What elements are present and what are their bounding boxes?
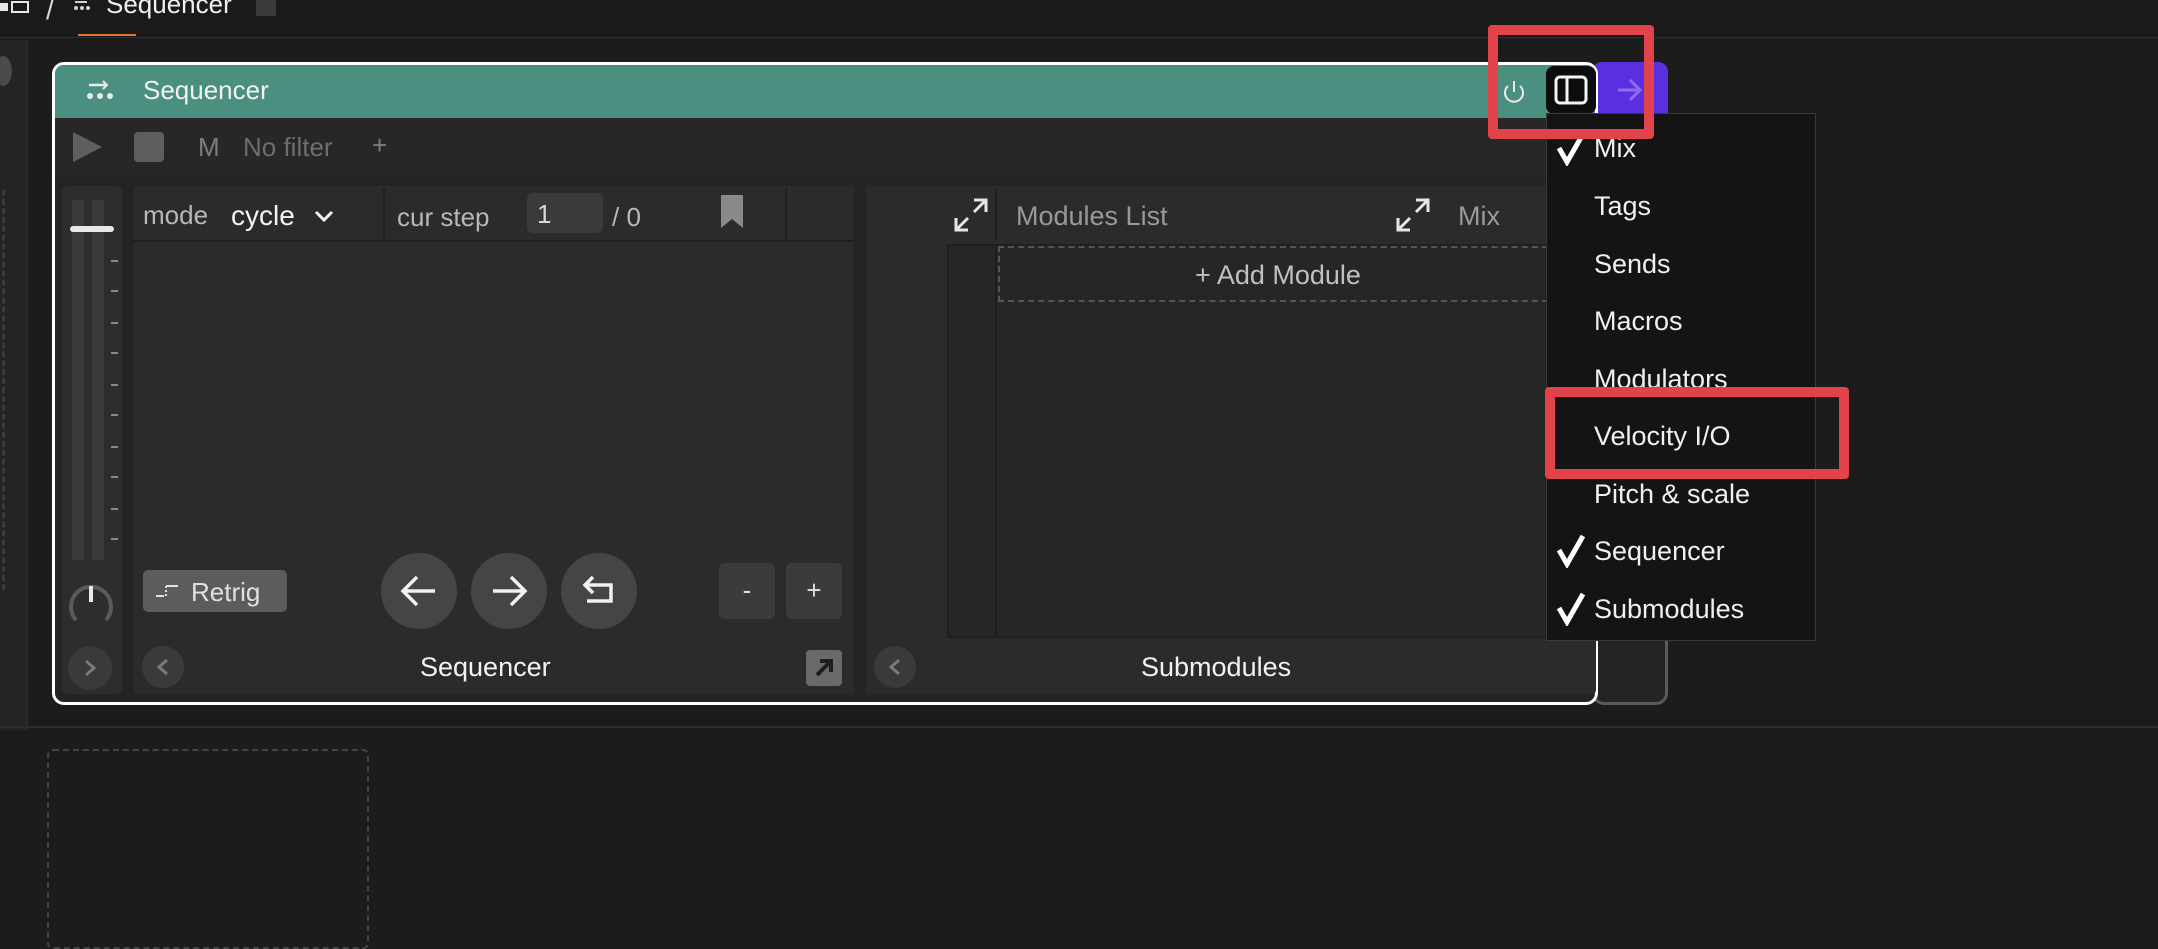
chevron-left-icon <box>888 658 900 676</box>
next-step-button[interactable] <box>471 553 547 629</box>
chevron-down-icon[interactable] <box>312 204 336 228</box>
modules-list <box>947 244 1547 638</box>
add-module-button[interactable]: + Add Module <box>998 246 1558 302</box>
top-bar <box>0 0 2158 38</box>
menu-item-pitch-scale[interactable]: Pitch & scale <box>1594 479 1750 510</box>
popout-icon <box>815 659 833 677</box>
popout-button[interactable] <box>806 650 842 686</box>
menu-item-macros[interactable]: Macros <box>1594 306 1683 337</box>
expand-icon[interactable] <box>1394 196 1432 234</box>
play-icon[interactable] <box>70 130 104 164</box>
tab-label: Sequencer <box>106 0 232 19</box>
menu-item-sends[interactable]: Sends <box>1594 249 1671 280</box>
checkmark-icon <box>1556 592 1586 626</box>
arrow-right-icon <box>493 575 528 607</box>
menu-item-submodules[interactable]: Submodules <box>1594 594 1744 625</box>
meter-tick <box>111 290 118 292</box>
increment-button[interactable]: + <box>786 563 842 619</box>
mix-label: Mix <box>1458 201 1500 231</box>
divider <box>383 188 385 240</box>
sequencer-section-title: Sequencer <box>420 652 551 682</box>
modules-list-gutter <box>947 244 997 638</box>
modules-list-label: Modules List <box>1016 201 1168 231</box>
divider <box>995 188 997 240</box>
retrig-icon <box>156 585 178 597</box>
meter-tick <box>111 260 118 262</box>
highlight-box-velocity-io <box>1545 387 1849 479</box>
meter-tick <box>111 384 118 386</box>
submodules-section-title: Submodules <box>1141 652 1292 682</box>
meter-tick <box>111 446 118 448</box>
midi-button[interactable]: M <box>198 132 220 163</box>
breadcrumb-separator: / <box>46 0 54 25</box>
decrement-button[interactable]: - <box>719 563 775 619</box>
meter-tick <box>111 414 118 416</box>
checkmark-icon <box>1556 534 1586 568</box>
collapse-submodules-button[interactable] <box>874 646 916 688</box>
device-title: Sequencer <box>143 75 269 105</box>
home-icon[interactable] <box>0 1 30 15</box>
expand-button[interactable] <box>68 646 112 690</box>
bookmark-icon[interactable] <box>719 194 745 230</box>
volume-fader-handle[interactable] <box>70 226 114 232</box>
step-total: / 0 <box>612 202 641 232</box>
menu-item-tags[interactable]: Tags <box>1594 191 1651 222</box>
chevron-right-icon <box>85 659 97 677</box>
arrow-left-icon <box>400 575 435 607</box>
meter-tick <box>111 476 118 478</box>
meter-tick <box>111 508 118 510</box>
mode-select[interactable]: cycle <box>231 200 295 232</box>
meter-tick <box>111 352 118 354</box>
rail-drop-zone <box>2 190 6 590</box>
chevron-left-icon <box>156 658 168 676</box>
device-header[interactable]: Sequencer <box>55 65 1595 119</box>
menu-item-sequencer[interactable]: Sequencer <box>1594 536 1725 567</box>
tab-overflow-handle[interactable] <box>256 0 276 16</box>
stop-button[interactable] <box>134 132 164 162</box>
section-divider <box>0 726 2158 728</box>
pan-knob[interactable] <box>66 580 116 630</box>
device-drop-zone[interactable] <box>47 749 369 949</box>
filter-label[interactable]: No filter <box>243 132 333 163</box>
collapse-sequencer-button[interactable] <box>142 646 184 688</box>
sequencer-icon <box>87 80 113 99</box>
reset-step-button[interactable] <box>561 553 637 629</box>
highlight-box-layout-toggle <box>1488 25 1654 139</box>
add-filter-button[interactable]: + <box>372 130 387 161</box>
expand-icon[interactable] <box>952 196 990 234</box>
meter-left <box>72 200 84 560</box>
sequencer-icon <box>74 1 90 10</box>
mode-label: mode <box>143 200 209 230</box>
cur-step-label: cur step <box>397 202 490 232</box>
divider <box>785 188 787 240</box>
return-icon <box>582 575 613 603</box>
cur-step-input[interactable]: 1 <box>527 193 603 233</box>
previous-step-button[interactable] <box>381 553 457 629</box>
meter-tick <box>111 322 118 324</box>
meter-right <box>92 200 104 560</box>
meter-tick <box>111 538 118 540</box>
